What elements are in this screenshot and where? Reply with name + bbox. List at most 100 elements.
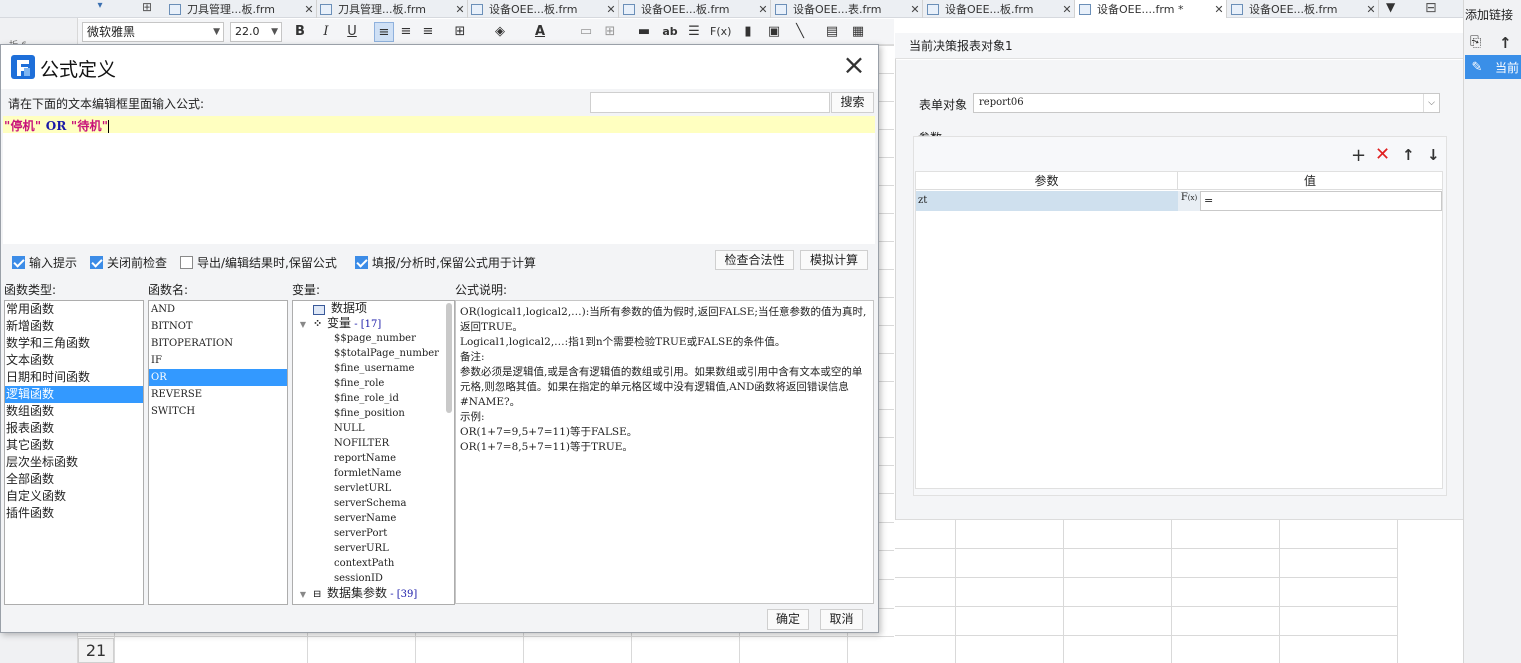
- close-icon[interactable]: ✕: [908, 3, 922, 16]
- form-object-select[interactable]: report06 ⌵: [973, 93, 1440, 113]
- formula-editor[interactable]: [3, 116, 875, 244]
- tree-item-variable[interactable]: servletURL: [293, 481, 454, 496]
- cell-element-icon[interactable]: ▬: [634, 22, 654, 42]
- func-name-list[interactable]: AND BITNOT BITOPERATION IF OR REVERSE SWITCH: [148, 300, 288, 605]
- sub-report-icon[interactable]: ▤: [822, 22, 842, 42]
- close-icon[interactable]: ✕: [1060, 3, 1074, 16]
- check-validity-button[interactable]: 检查合法性: [715, 250, 794, 270]
- param-value-field[interactable]: =: [1200, 191, 1442, 211]
- chart-icon[interactable]: ▮: [738, 22, 758, 42]
- search-input[interactable]: [590, 92, 830, 113]
- tree-item-variable[interactable]: $fine_role: [293, 376, 454, 391]
- func-type-item[interactable]: 全部函数: [5, 471, 143, 488]
- func-type-item[interactable]: 自定义函数: [5, 488, 143, 505]
- simulate-button[interactable]: 模拟计算: [800, 250, 868, 270]
- align-left-icon[interactable]: ≡: [374, 22, 394, 42]
- tree-item-data[interactable]: 数据项: [293, 301, 454, 316]
- func-name-item[interactable]: BITNOT: [149, 318, 287, 335]
- tab-7[interactable]: 设备OEE....frm * ✕: [1075, 0, 1227, 18]
- fill-color-icon[interactable]: ◈: [490, 22, 510, 42]
- move-down-icon[interactable]: ↓: [1427, 146, 1440, 164]
- func-type-item[interactable]: 数组函数: [5, 403, 143, 420]
- tree-item-variable[interactable]: serverPort: [293, 526, 454, 541]
- split-icon[interactable]: ⊞: [600, 22, 620, 42]
- func-type-item[interactable]: 插件函数: [5, 505, 143, 522]
- func-type-list[interactable]: 常用函数 新增函数 数学和三角函数 文本函数 日期和时间函数 逻辑函数 数组函数 报表函数 其它…: [4, 300, 144, 605]
- close-icon[interactable]: ✕: [1212, 3, 1226, 16]
- func-name-item[interactable]: BITOPERATION: [149, 335, 287, 352]
- tab-6[interactable]: 设备OEE...板.frm ✕: [923, 0, 1075, 18]
- formula-editor-icon[interactable]: F(x): [1178, 191, 1200, 211]
- close-icon[interactable]: ✕: [1364, 3, 1378, 16]
- collapse-icon[interactable]: ▼: [293, 587, 313, 602]
- search-button[interactable]: 搜索: [831, 92, 874, 113]
- cancel-button[interactable]: 取消: [820, 609, 863, 630]
- tree-item-variable[interactable]: serverSchema: [293, 496, 454, 511]
- func-type-item[interactable]: 其它函数: [5, 437, 143, 454]
- tree-item-variable[interactable]: serverName: [293, 511, 454, 526]
- func-name-item[interactable]: AND: [149, 301, 287, 318]
- tab-2[interactable]: 刀具管理...板.frm ✕: [316, 0, 468, 18]
- tree-item-variable[interactable]: NOFILTER: [293, 436, 454, 451]
- close-icon[interactable]: ✕: [302, 3, 316, 16]
- checkbox-input-hint[interactable]: 输入提示: [12, 254, 77, 271]
- tree-group-variables[interactable]: ▼ ⁘ 变量 - [17]: [293, 316, 454, 331]
- pin-icon[interactable]: ▼: [1386, 0, 1402, 16]
- tree-group-dataset[interactable]: ▼ ⊟ 数据集参数 - [39]: [293, 586, 454, 601]
- text-icon[interactable]: ab: [660, 22, 680, 42]
- tree-item-variable[interactable]: $fine_position: [293, 406, 454, 421]
- table-row[interactable]: zt F(x) =: [916, 191, 1442, 211]
- align-center-icon[interactable]: ≡: [396, 22, 416, 42]
- tab-8[interactable]: 设备OEE...板.frm ✕: [1227, 0, 1379, 18]
- close-icon[interactable]: ✕: [604, 3, 618, 16]
- variable-tree[interactable]: 数据项 ▼ ⁘ 变量 - [17] $$page_number $$totalPage_n…: [292, 300, 455, 605]
- func-name-item[interactable]: IF: [149, 352, 287, 369]
- tab-1[interactable]: 刀具管理...板.frm ✕: [165, 0, 317, 18]
- ok-button[interactable]: 确定: [767, 609, 809, 630]
- func-name-item[interactable]: SWITCH: [149, 403, 287, 420]
- slash-icon[interactable]: ╲: [790, 22, 810, 42]
- close-icon[interactable]: ✕: [756, 3, 770, 16]
- italic-icon[interactable]: I: [316, 22, 336, 42]
- bold-icon[interactable]: B: [290, 22, 310, 42]
- tree-item-variable[interactable]: contextPath: [293, 556, 454, 571]
- func-type-item[interactable]: 逻辑函数: [5, 386, 143, 403]
- font-size-select[interactable]: 22.0 ▼: [230, 22, 282, 42]
- layout-icon[interactable]: ⊟: [1425, 0, 1443, 16]
- richtext-icon[interactable]: ☰: [684, 22, 704, 42]
- image-icon[interactable]: ▣: [764, 22, 784, 42]
- param-name-cell[interactable]: zt: [916, 191, 1178, 211]
- close-icon[interactable]: ×: [842, 51, 866, 80]
- func-type-item[interactable]: 报表函数: [5, 420, 143, 437]
- formula-text[interactable]: "停机" OR "待机": [4, 117, 110, 134]
- tree-item-variable[interactable]: $fine_role_id: [293, 391, 454, 406]
- func-type-item[interactable]: 常用函数: [5, 301, 143, 318]
- func-type-item[interactable]: 日期和时间函数: [5, 369, 143, 386]
- font-family-select[interactable]: 微软雅黑 ▼: [82, 22, 224, 42]
- arrow-up-icon[interactable]: ↑: [1499, 34, 1512, 52]
- tree-item-variable[interactable]: sessionID: [293, 571, 454, 586]
- tab-list-icon[interactable]: ⊞: [142, 0, 158, 16]
- merge-icon[interactable]: ▭: [576, 22, 596, 42]
- align-right-icon[interactable]: ≡: [418, 22, 438, 42]
- checkbox-check-before-close[interactable]: 关闭前检查: [90, 254, 167, 271]
- tree-item-variable[interactable]: NULL: [293, 421, 454, 436]
- copy-icon[interactable]: ⎘: [1470, 34, 1481, 50]
- tree-item-variable[interactable]: $$page_number: [293, 331, 454, 346]
- tree-item-variable[interactable]: serverURL: [293, 541, 454, 556]
- add-icon[interactable]: +: [1351, 145, 1366, 166]
- table-icon[interactable]: ▦: [848, 22, 868, 42]
- tree-item-variable[interactable]: reportName: [293, 451, 454, 466]
- underline-icon[interactable]: U: [342, 22, 362, 42]
- tree-item-variable[interactable]: $$totalPage_number: [293, 346, 454, 361]
- move-up-icon[interactable]: ↑: [1402, 146, 1415, 164]
- func-type-item[interactable]: 层次坐标函数: [5, 454, 143, 471]
- func-name-item[interactable]: OR: [149, 369, 287, 386]
- func-type-item[interactable]: 新增函数: [5, 318, 143, 335]
- border-icon[interactable]: ⊞: [450, 22, 470, 42]
- formula-icon[interactable]: F(x): [710, 22, 731, 42]
- func-name-item[interactable]: REVERSE: [149, 386, 287, 403]
- font-color-icon[interactable]: A: [530, 22, 550, 42]
- dropdown-icon[interactable]: ▾: [90, 0, 110, 11]
- delete-icon[interactable]: ✕: [1375, 144, 1390, 165]
